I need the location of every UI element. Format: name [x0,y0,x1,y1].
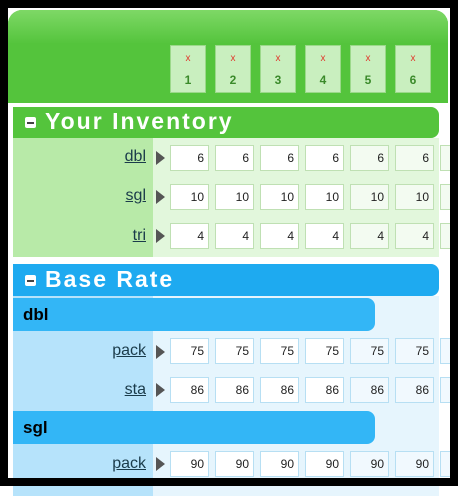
inventory-cell[interactable]: 4 [260,223,299,249]
inventory-cell[interactable]: 6 [305,145,344,171]
rate-plan-link[interactable]: sta [86,381,146,399]
rate-group-title: dbl [23,305,49,324]
inventory-cell[interactable]: 4 [395,223,434,249]
inventory-cell[interactable]: 10 [395,184,434,210]
rate-group-title: sgl [23,418,48,437]
frame-left-edge [0,0,8,486]
day-column-5[interactable]: x 5 [350,45,386,93]
rate-cell[interactable]: 90 [215,451,254,477]
inventory-cell[interactable]: 10 [170,184,209,210]
room-type-link[interactable]: dbl [86,148,146,166]
rate-cell[interactable]: 86 [170,377,209,403]
rate-plan-link[interactable]: pack [86,455,146,473]
inventory-cell[interactable]: 6 [215,145,254,171]
day-number: 6 [409,73,417,87]
rate-cell[interactable]: 75 [350,338,389,364]
inventory-cell[interactable]: 4 [305,223,344,249]
day-close-icon[interactable]: x [396,52,430,66]
expand-arrow-icon[interactable] [156,383,165,397]
inventory-cell[interactable]: 6 [260,145,299,171]
expand-arrow-icon[interactable] [156,190,165,204]
day-column-6[interactable]: x 6 [395,45,431,93]
inventory-cell[interactable]: 4 [350,223,389,249]
rate-cell[interactable]: 75 [260,338,299,364]
day-close-icon[interactable]: x [306,52,340,66]
inventory-cell[interactable]: 4 [170,223,209,249]
inventory-cell[interactable]: 6 [395,145,434,171]
inventory-cell[interactable]: 10 [305,184,344,210]
rate-cell[interactable]: 75 [395,338,434,364]
expand-arrow-icon[interactable] [156,457,165,471]
inventory-cell[interactable]: 10 [350,184,389,210]
room-type-link[interactable]: sgl [86,187,146,205]
day-close-icon[interactable]: x [216,52,250,66]
inventory-cell[interactable]: 10 [215,184,254,210]
collapse-icon[interactable] [25,275,36,286]
day-column-3[interactable]: x 3 [260,45,296,93]
inventory-title: Your Inventory [45,108,234,134]
rate-cell[interactable]: 86 [260,377,299,403]
base-rate-title: Base Rate [45,266,175,292]
inventory-cell[interactable]: 10 [260,184,299,210]
day-close-icon[interactable]: x [261,52,295,66]
day-number: 5 [364,73,372,87]
expand-arrow-icon[interactable] [156,345,165,359]
frame-right-edge [450,0,458,486]
expand-arrow-icon[interactable] [156,229,165,243]
rate-cell[interactable]: 86 [215,377,254,403]
day-number: 2 [229,73,237,87]
day-column-4[interactable]: x 4 [305,45,341,93]
rate-group-bar [13,298,375,331]
rate-cell[interactable]: 90 [305,451,344,477]
rate-cell[interactable]: 90 [170,451,209,477]
day-close-icon[interactable]: x [351,52,385,66]
rate-cell[interactable]: 75 [170,338,209,364]
rate-cell[interactable]: 90 [260,451,299,477]
room-type-link[interactable]: tri [86,227,146,245]
day-number: 3 [274,73,282,87]
expand-arrow-icon[interactable] [156,151,165,165]
calendar-header-gloss [8,10,448,44]
frame-bottom-edge [0,478,458,486]
day-number: 1 [184,73,192,87]
frame-top-edge [0,0,458,8]
day-close-icon[interactable]: x [171,52,205,66]
rate-plan-link[interactable]: pack [86,342,146,360]
inventory-cell[interactable]: 6 [170,145,209,171]
day-column-1[interactable]: x 1 [170,45,206,93]
rate-cell[interactable]: 86 [305,377,344,403]
rate-group-bar [13,411,375,444]
rate-cell[interactable]: 75 [305,338,344,364]
rate-cell[interactable]: 75 [215,338,254,364]
collapse-icon[interactable] [25,117,36,128]
rate-cell[interactable]: 90 [395,451,434,477]
rate-cell[interactable]: 86 [350,377,389,403]
rate-cell[interactable]: 86 [395,377,434,403]
day-column-2[interactable]: x 2 [215,45,251,93]
inventory-cell[interactable]: 4 [215,223,254,249]
inventory-cell[interactable]: 6 [350,145,389,171]
rate-cell[interactable]: 90 [350,451,389,477]
day-number: 4 [319,73,327,87]
